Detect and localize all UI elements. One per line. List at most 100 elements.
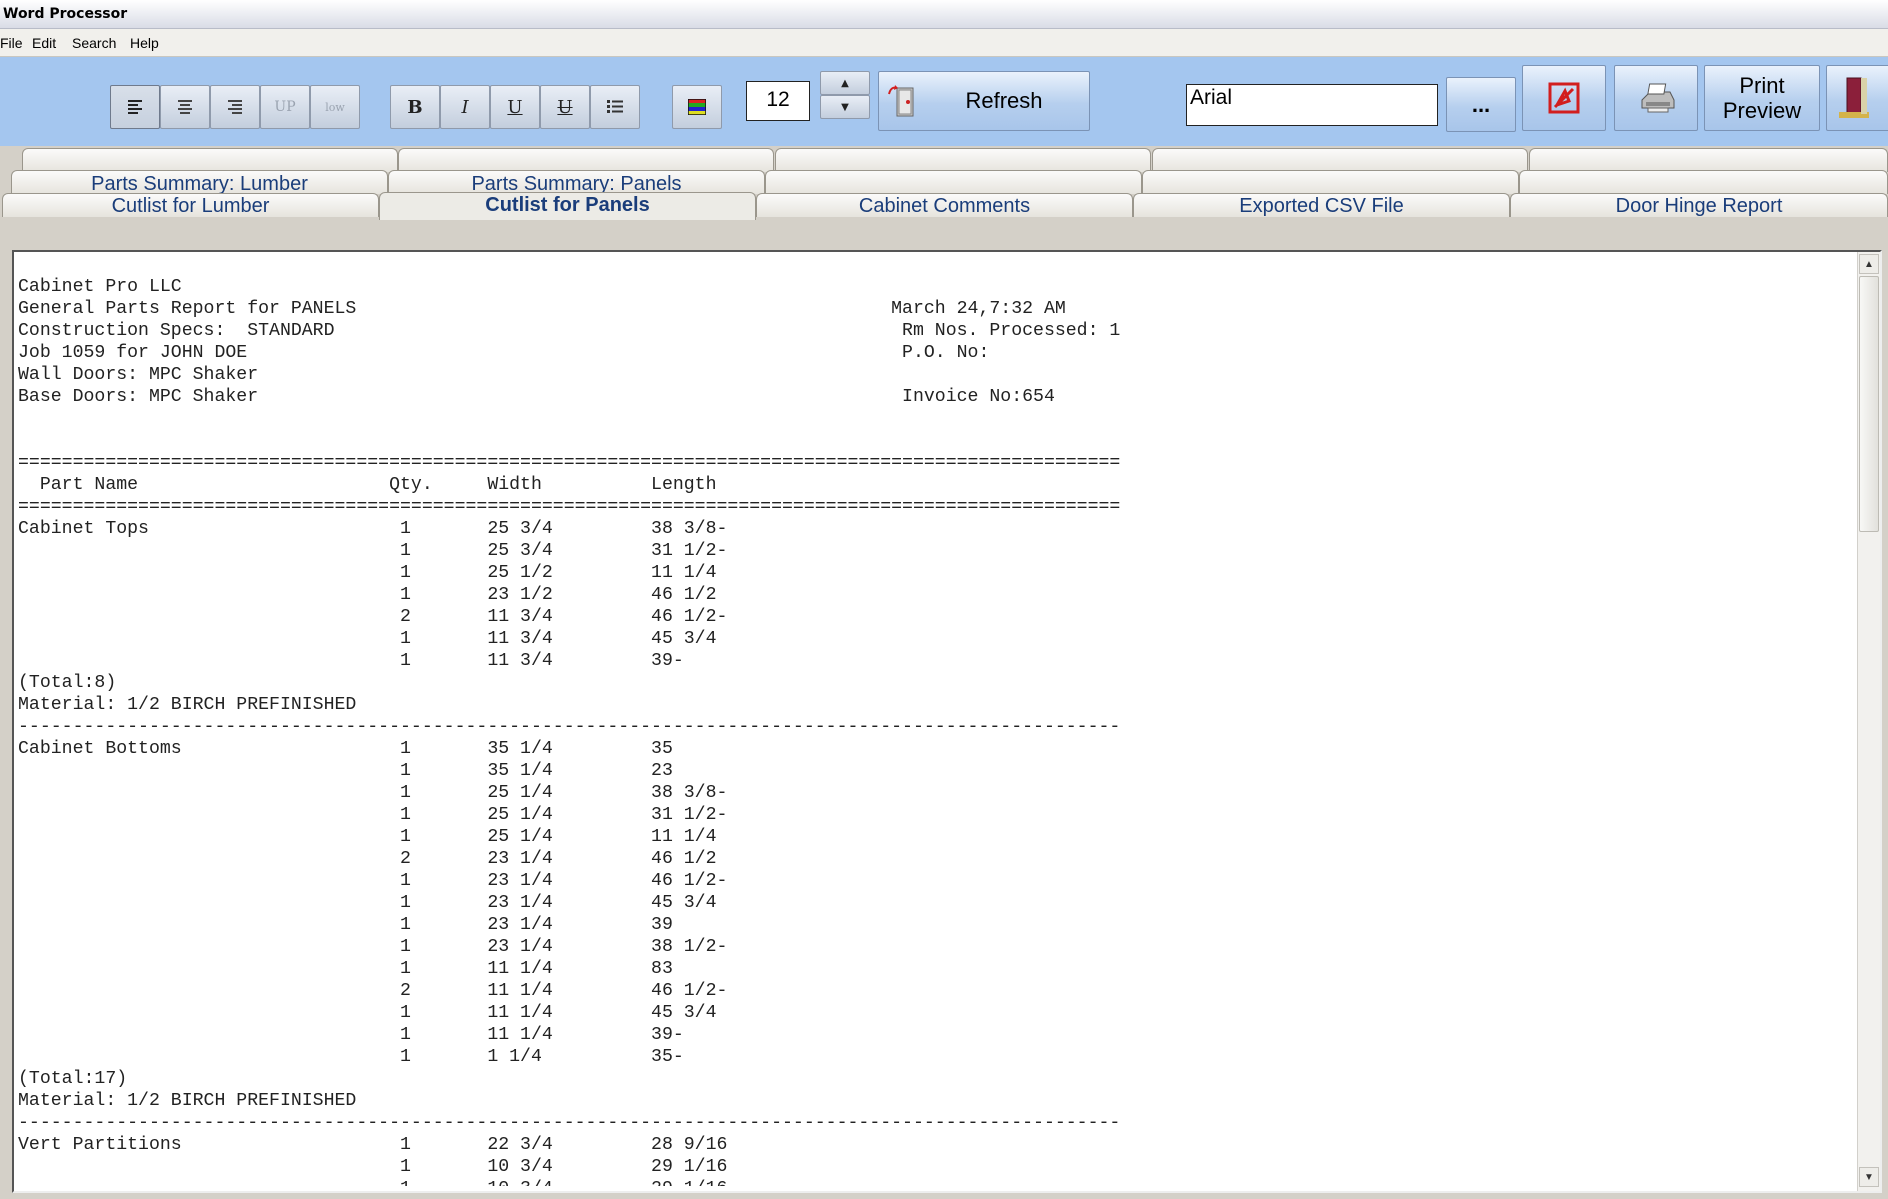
menu-edit[interactable]: Edit	[32, 29, 56, 57]
scroll-down-button[interactable]: ▼	[1859, 1167, 1879, 1187]
menu-help[interactable]: Help	[130, 29, 159, 57]
report-line: ========================================…	[18, 497, 1121, 517]
tab-parts-summary-panels[interactable]: Parts Summary: Panels	[388, 170, 765, 195]
vertical-scrollbar[interactable]: ▲ ▼	[1857, 252, 1880, 1191]
font-browse-button[interactable]: ...	[1446, 77, 1516, 132]
report-editor[interactable]: Cabinet Pro LLC General Parts Report for …	[12, 250, 1882, 1193]
arrow-down-icon: ▼	[841, 101, 849, 113]
tab-cutlist-panels[interactable]: Cutlist for Panels	[379, 192, 756, 220]
align-center-button[interactable]	[160, 85, 210, 129]
report-line: Job 1059 for JOHN DOE P.O. No:	[18, 343, 990, 363]
tab-exported-csv[interactable]: Exported CSV File	[1133, 193, 1510, 217]
tab-row2-4[interactable]	[1142, 170, 1519, 194]
arrow-up-icon: ▲	[1864, 258, 1874, 270]
print-button[interactable]	[1614, 65, 1698, 131]
font-size-input[interactable]: 12	[746, 81, 810, 121]
report-line: 1 25 3/4 31 1/2-	[18, 541, 728, 561]
window-title: Word Processor	[0, 0, 1888, 29]
report-line: 1 23 1/2 46 1/2	[18, 585, 717, 605]
report-line	[18, 430, 1858, 452]
tab-row1-4[interactable]	[1152, 148, 1528, 172]
bullet-list-button[interactable]	[590, 85, 640, 129]
report-line: 1 1 1/4 35-	[18, 1047, 684, 1067]
report-line: 2 23 1/4 46 1/2	[18, 849, 717, 869]
report-line: 1 11 1/4 39-	[18, 1025, 684, 1045]
font-size-up-button[interactable]: ▲	[820, 71, 870, 95]
superscript-button[interactable]: UP	[260, 85, 310, 129]
arrow-up-icon: ▲	[841, 77, 849, 89]
bullet-list-icon	[607, 100, 623, 113]
print-preview-button[interactable]: Print Preview	[1704, 65, 1820, 131]
report-line: ----------------------------------------…	[18, 717, 1121, 737]
report-line: (Total:17)	[18, 1069, 128, 1089]
export-pdf-button[interactable]	[1522, 65, 1606, 131]
tab-parts-summary-lumber[interactable]: Parts Summary: Lumber	[11, 170, 388, 195]
strikethrough-button[interactable]: U	[540, 85, 590, 129]
pdf-icon	[1548, 82, 1580, 114]
tab-row2-5[interactable]	[1519, 170, 1888, 194]
tab-cabinet-comments[interactable]: Cabinet Comments	[756, 193, 1133, 217]
report-line: Cabinet Tops 1 25 3/4 38 3/8-	[18, 519, 728, 539]
tab-row1-2[interactable]	[398, 148, 774, 172]
report-line: Cabinet Pro LLC	[18, 277, 182, 297]
tab-cutlist-lumber[interactable]: Cutlist for Lumber	[2, 193, 379, 217]
italic-button[interactable]: I	[440, 85, 490, 129]
report-line: 1 23 1/4 39	[18, 915, 673, 935]
report-line	[18, 408, 1858, 430]
printer-icon	[1641, 83, 1675, 113]
tab-row1-5[interactable]	[1529, 148, 1888, 172]
report-line: General Parts Report for PANELS March 24…	[18, 299, 1066, 319]
report-line: 1 11 3/4 45 3/4	[18, 629, 717, 649]
report-line: 1 11 1/4 83	[18, 959, 673, 979]
report-line: (Total:8)	[18, 673, 117, 693]
font-name-input[interactable]: Arial	[1186, 84, 1438, 126]
subscript-button[interactable]: low	[310, 85, 360, 129]
tab-row1-1[interactable]	[22, 148, 398, 172]
report-line: ----------------------------------------…	[18, 1113, 1121, 1133]
tab-row2-3[interactable]	[765, 170, 1142, 194]
refresh-label: Refresh	[965, 88, 1043, 113]
refresh-door-icon	[888, 85, 914, 117]
report-line: Material: 1/2 BIRCH PREFINISHED	[18, 1091, 357, 1111]
align-right-button[interactable]	[210, 85, 260, 129]
report-line: 1 11 1/4 45 3/4	[18, 1003, 717, 1023]
report-text[interactable]: Cabinet Pro LLC General Parts Report for …	[18, 276, 1858, 1186]
report-line: Base Doors: MPC Shaker Invoice No:654	[18, 387, 1055, 407]
tab-door-hinge-report[interactable]: Door Hinge Report	[1510, 193, 1888, 217]
menu-file[interactable]: File	[0, 29, 23, 57]
text-color-button[interactable]	[672, 85, 722, 129]
bold-button[interactable]: B	[390, 85, 440, 129]
report-line: 1 23 1/4 46 1/2-	[18, 871, 728, 891]
report-line: Construction Specs: STANDARD Rm Nos. Pro…	[18, 321, 1121, 341]
refresh-button[interactable]: Refresh	[878, 71, 1090, 131]
report-line: Part Name Qty. Width Length	[18, 475, 717, 495]
report-line: ========================================…	[18, 453, 1121, 473]
report-line: 1 10 3/4 29 1/16	[18, 1178, 1858, 1186]
align-left-button[interactable]	[110, 85, 160, 129]
report-line: 1 25 1/2 11 1/4	[18, 563, 717, 583]
font-size-down-button[interactable]: ▼	[820, 95, 870, 119]
report-line: 1 23 1/4 38 1/2-	[18, 937, 728, 957]
report-line: 1 25 1/4 38 3/8-	[18, 783, 728, 803]
report-line: Vert Partitions 1 22 3/4 28 9/16	[18, 1135, 728, 1155]
exit-door-icon	[1839, 77, 1869, 118]
underline-button[interactable]: U	[490, 85, 540, 129]
toolbar: UP low B I U U 12 ▲ ▼ Refresh Arial ...	[0, 57, 1888, 146]
scroll-thumb[interactable]	[1859, 276, 1879, 532]
align-left-icon	[128, 100, 142, 114]
tab-row1-3[interactable]	[775, 148, 1151, 172]
menu-search[interactable]: Search	[72, 29, 116, 57]
report-line: 1 25 1/4 31 1/2-	[18, 805, 728, 825]
scroll-up-button[interactable]: ▲	[1859, 254, 1879, 274]
report-line: 1 35 1/4 23	[18, 761, 673, 781]
report-line: 1 11 3/4 39-	[18, 651, 684, 671]
report-line: 1 23 1/4 45 3/4	[18, 893, 717, 913]
align-center-icon	[178, 100, 192, 114]
arrow-down-icon: ▼	[1864, 1171, 1874, 1183]
report-line: 2 11 1/4 46 1/2-	[18, 981, 728, 1001]
report-line: 1 10 3/4 29 1/16	[18, 1157, 728, 1177]
exit-button[interactable]	[1826, 65, 1888, 131]
color-palette-icon	[688, 99, 706, 115]
align-right-icon	[228, 100, 242, 114]
report-line: 1 25 1/4 11 1/4	[18, 827, 717, 847]
